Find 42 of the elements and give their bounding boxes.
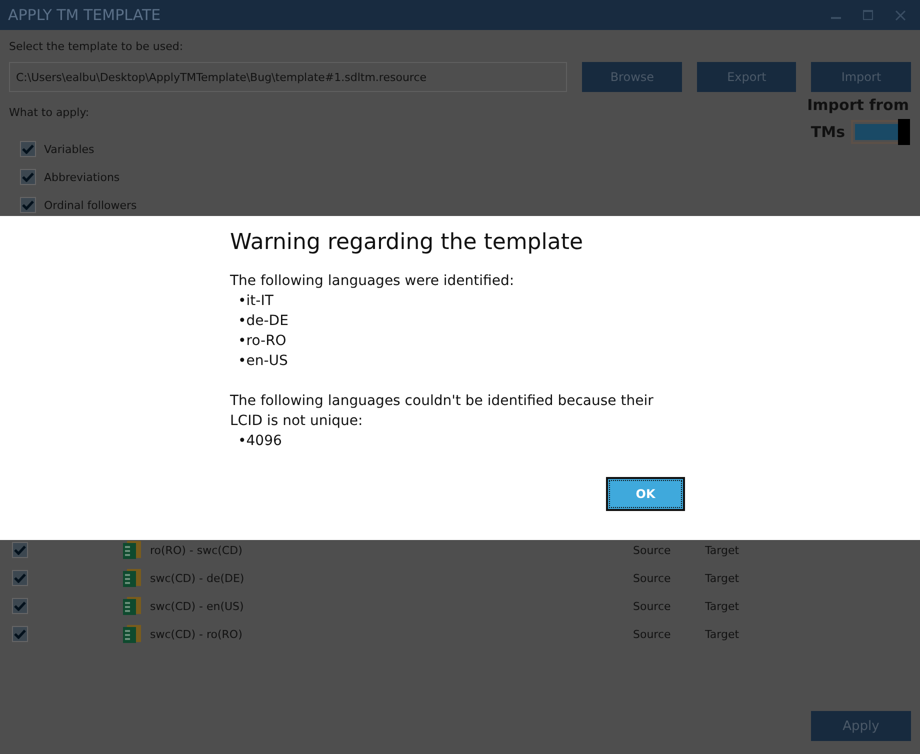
template-label: Select the template to be used:	[9, 40, 184, 53]
template-path-field[interactable]: C:\Users\ealbu\Desktop\ApplyTMTemplate\Bug\template#1.sdltm.resource	[9, 62, 568, 92]
tm-icon	[122, 568, 142, 588]
identified-text: The following languages were identified:	[230, 272, 516, 291]
option-label: Ordinal followers	[44, 198, 137, 212]
tm-name: ro(RO) - swc(CD)	[150, 544, 244, 556]
source-cell-text: Source	[633, 628, 672, 640]
target-cell-text: Target	[705, 572, 740, 584]
unidentified-text: The following languages couldn't be identified because their LCID is not unique:	[230, 392, 654, 431]
what-to-apply-label: What to apply:	[9, 106, 90, 119]
checkbox[interactable]	[20, 169, 36, 185]
checkbox[interactable]	[12, 626, 28, 642]
language-item: •it-IT	[237, 292, 274, 311]
target-cell-text: Target	[705, 544, 740, 556]
toggle-switch[interactable]	[851, 120, 909, 144]
window-title: APPLY TM TEMPLATE	[8, 6, 162, 24]
dialog-title: Warning regarding the template	[230, 230, 584, 255]
source-cell-text: Source	[633, 600, 672, 612]
source-cell-text: Source	[633, 572, 672, 584]
tm-icon	[122, 540, 142, 560]
tm-name: swc(CD) - de(DE)	[150, 572, 246, 584]
checkbox[interactable]	[20, 197, 36, 213]
source-cell-text: Source	[633, 544, 672, 556]
tm-icon	[122, 624, 142, 644]
checkbox[interactable]	[12, 598, 28, 614]
target-cell-text: Target	[705, 600, 740, 612]
language-item: •ro-RO	[237, 332, 288, 351]
checkbox[interactable]	[12, 542, 28, 558]
checkbox[interactable]	[20, 141, 36, 157]
import-from-label: Import from	[807, 96, 909, 114]
checkbox[interactable]	[12, 570, 28, 586]
option-label: Abbreviations	[44, 170, 120, 184]
tm-name: swc(CD) - ro(RO)	[150, 628, 244, 640]
language-item: •en-US	[237, 352, 289, 371]
target-cell-text: Target	[705, 628, 740, 640]
language-item: •de-DE	[237, 312, 290, 331]
lcid-item: •4096	[237, 432, 283, 451]
ok-button[interactable]: OK	[606, 477, 685, 511]
tm-name: swc(CD) - en(US)	[150, 600, 245, 612]
option-label: Variables	[44, 142, 94, 156]
tm-icon	[122, 596, 142, 616]
tms-label: TMs	[810, 123, 845, 141]
